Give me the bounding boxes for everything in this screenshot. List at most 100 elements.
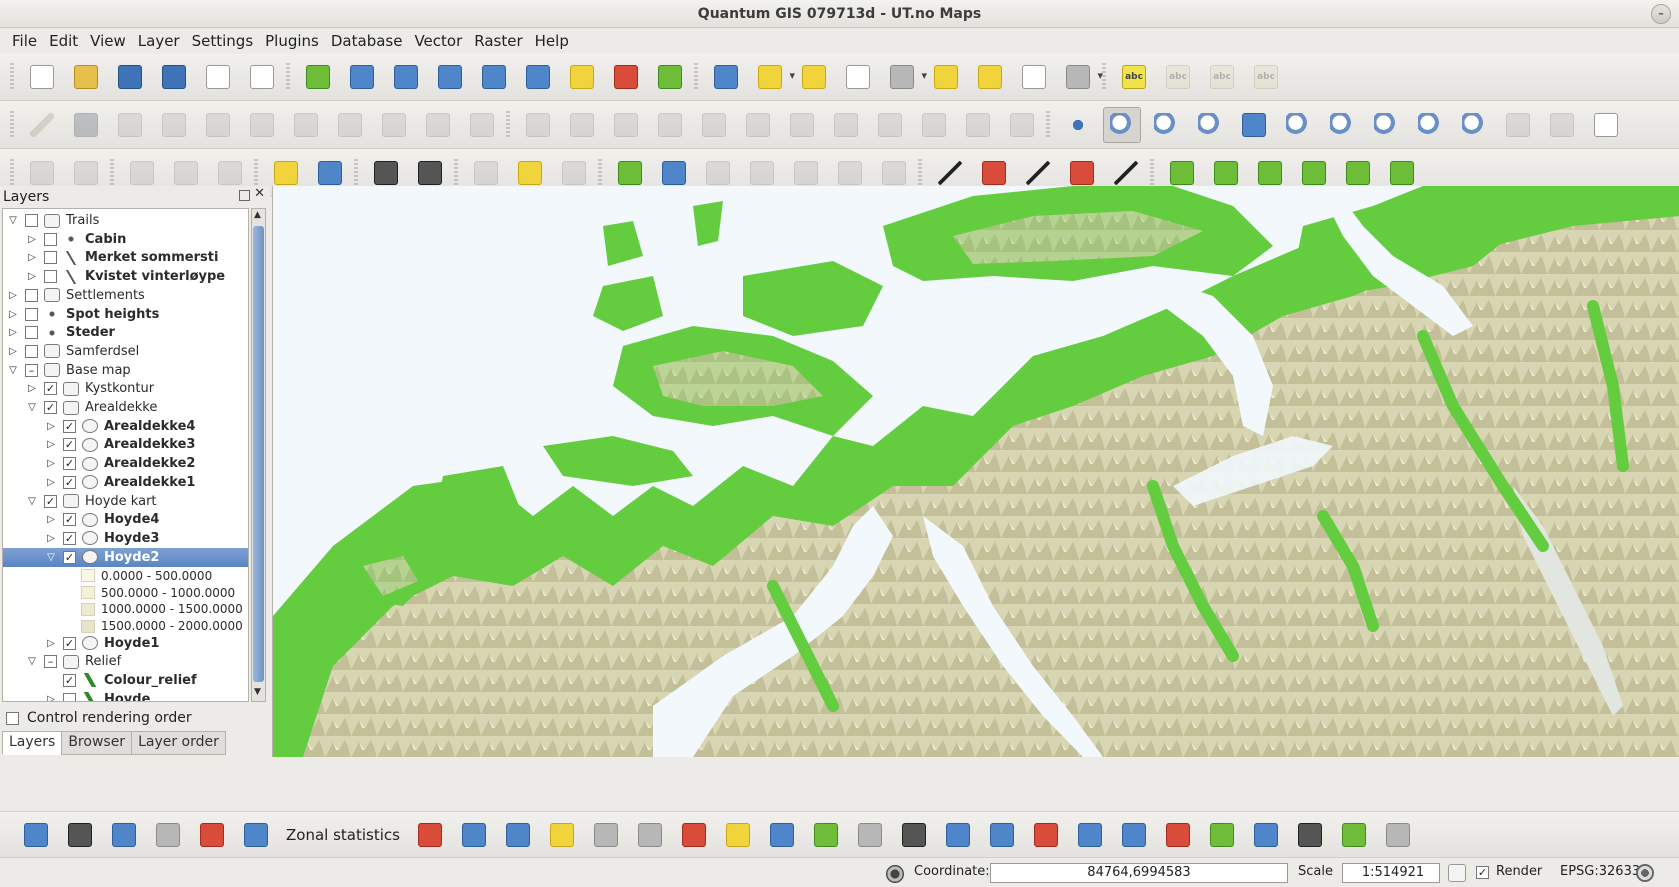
zoom-to-layer-button[interactable] [1323,107,1361,143]
layer-tree-row[interactable]: ▽ ✓ Hoyde kart [3,492,248,511]
expand-arrow-icon[interactable]: ▷ [45,458,57,469]
layer-visibility-checkbox[interactable] [63,692,76,701]
zoom-out-button[interactable] [1147,107,1185,143]
epsg-label[interactable]: EPSG:32633 [1560,864,1640,879]
reshape-features-button[interactable] [651,107,689,143]
redo-button[interactable] [563,107,601,143]
zonal-statistics-label[interactable]: Zonal statistics [286,826,400,844]
toolbar-grip[interactable] [110,158,114,187]
new-map-view-button[interactable] [1455,107,1493,143]
dem-button[interactable] [1027,817,1065,853]
metadata-button[interactable] [807,817,845,853]
simplify-feature-button[interactable] [419,107,457,143]
coordinate-toggle-icon[interactable] [886,865,904,883]
database-manager-button[interactable] [763,817,801,853]
zoom-full-button[interactable] [1235,107,1273,143]
menu-help[interactable]: Help [529,28,575,54]
toolbar-grip[interactable] [694,63,698,91]
layer-labeling-button[interactable]: abc [1115,59,1153,95]
layer-tree-row[interactable]: ▷ Spot heights [3,305,248,324]
rotate-feature-button[interactable] [607,107,645,143]
binoculars-button[interactable] [1291,817,1329,853]
layer-tree-row[interactable]: ▷ Kvistet vinterløype [3,267,248,286]
menu-plugins[interactable]: Plugins [259,28,325,54]
layer-tree-row[interactable]: ▷ ✓ Hoyde1 [3,634,248,653]
toolbar-grip[interactable] [506,110,510,139]
control-rendering-order[interactable]: Control rendering order [6,710,192,726]
float-panel-button[interactable] [239,190,250,201]
layer-tree-row[interactable]: ▷ ✓ Arealdekke1 [3,473,248,492]
menu-vector[interactable]: Vector [408,28,468,54]
paste-features-button[interactable] [375,107,413,143]
expand-arrow-icon[interactable]: ▷ [26,234,38,245]
rotate-label-button[interactable]: abc [1247,59,1285,95]
layer-tree-row[interactable]: ▷ Merket sommersti [3,248,248,267]
collapse-arrow-icon[interactable]: ▽ [26,656,38,667]
expand-arrow-icon[interactable]: ▷ [7,309,19,320]
photo-button[interactable] [983,817,1021,853]
measure-button[interactable] [883,59,927,95]
layer-tree[interactable]: ▽ Trails ▷ Cabin ▷ Merket sommersti ▷ Kvistet v… [2,208,249,702]
layer-visibility-checkbox[interactable]: ✓ [63,531,76,545]
copy-features-button[interactable] [331,107,369,143]
fill-ring-button[interactable] [827,107,865,143]
layer-tree-row[interactable]: ✓ Colour_relief [3,671,248,690]
menu-settings[interactable]: Settings [186,28,260,54]
tab-browser[interactable]: Browser [61,731,133,755]
render-checkbox[interactable]: ✓ [1476,866,1489,879]
zoom-in-button[interactable] [1103,106,1141,143]
add-wfs-layer-button[interactable] [17,817,55,853]
offset-curve-button[interactable] [695,107,733,143]
layer-tree-row[interactable]: ▷ ✓ Arealdekke3 [3,435,248,454]
delete-ring-button[interactable] [739,107,777,143]
composer-manager-button[interactable] [243,59,281,95]
tab-layers[interactable]: Layers [2,731,63,755]
opengis-button-2[interactable] [1115,817,1153,853]
group-stats-button[interactable] [719,817,757,853]
toolbar-grip[interactable] [10,63,14,91]
add-ring-button[interactable] [463,107,501,143]
open-attribute-table-button[interactable] [839,59,877,95]
map-tips-button[interactable] [927,59,965,95]
layer-visibility-checkbox[interactable]: ✓ [63,419,76,433]
node-tool-button[interactable] [199,107,237,143]
menu-view[interactable]: View [84,28,132,54]
identify-features-button[interactable] [707,59,745,95]
calculator-button[interactable] [631,817,669,853]
rgb-composite-button[interactable] [1203,817,1241,853]
save-project-button[interactable] [111,59,149,95]
layer-visibility-checkbox[interactable] [44,270,57,284]
coordinate-field[interactable]: 84764,6994583 [990,863,1288,883]
expand-arrow-icon[interactable]: ▷ [45,638,57,649]
show-bookmarks-button[interactable] [1015,59,1053,95]
layer-visibility-checkbox[interactable]: ✓ [63,438,76,452]
collapse-arrow-icon[interactable]: ▽ [45,552,57,563]
toggle-editing-button[interactable] [23,107,61,143]
pan-map-button[interactable] [1059,107,1097,143]
layer-tree-row[interactable]: ▷ Settlements [3,286,248,305]
expand-arrow-icon[interactable]: ▷ [45,439,57,450]
add-raster-layer-button[interactable] [343,59,381,95]
heatmap-button[interactable] [455,817,493,853]
layer-tree-row[interactable]: ▷ ✓ Arealdekke2 [3,454,248,473]
image-viewer-button[interactable] [587,817,625,853]
scroll-up-arrow-icon[interactable]: ▲ [254,210,261,220]
layer-visibility-checkbox[interactable]: ✓ [63,475,76,489]
opengis-button[interactable] [1071,817,1109,853]
toolbar-grip[interactable] [286,63,290,91]
profile-tool-button[interactable] [1543,107,1581,143]
expand-arrow-icon[interactable]: ▷ [45,421,57,432]
delete-selected-button[interactable] [243,107,281,143]
menu-database[interactable]: Database [325,28,409,54]
rgb-button[interactable] [1247,817,1285,853]
toolbar-grip[interactable] [10,158,14,187]
merge-features-button[interactable] [915,107,953,143]
save-as-button[interactable] [155,59,193,95]
visibility-button[interactable] [1379,817,1417,853]
toolbar-grip[interactable] [254,158,258,187]
gps-tracking-button[interactable] [1499,107,1537,143]
raster-terrain-button[interactable] [411,817,449,853]
spatial-analysis-button[interactable] [543,817,581,853]
layer-tree-row[interactable]: ▷ ✓ Hoyde4 [3,510,248,529]
toolbar-grip[interactable] [1046,110,1050,139]
